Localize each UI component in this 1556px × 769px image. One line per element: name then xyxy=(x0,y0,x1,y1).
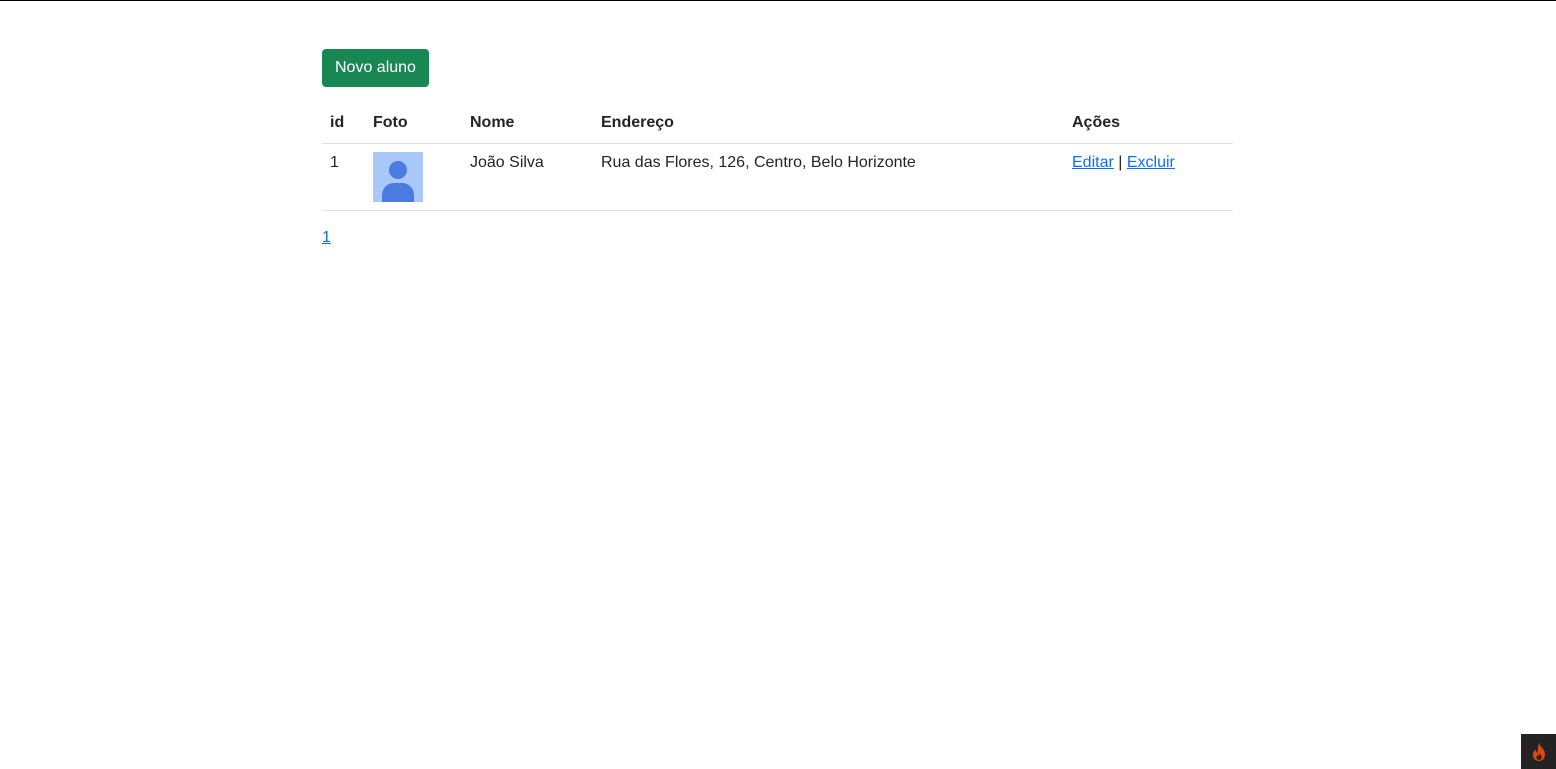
debug-toolbar-button[interactable] xyxy=(1521,734,1556,769)
header-foto: Foto xyxy=(365,103,462,144)
action-separator: | xyxy=(1118,154,1123,171)
header-endereco: Endereço xyxy=(593,103,1064,144)
header-nome: Nome xyxy=(462,103,593,144)
delete-link[interactable]: Excluir xyxy=(1127,154,1175,171)
table-head: id Foto Nome Endereço Ações xyxy=(322,103,1233,144)
header-id: id xyxy=(322,103,365,144)
table-header-row: id Foto Nome Endereço Ações xyxy=(322,103,1233,144)
user-placeholder-icon xyxy=(373,152,423,202)
cell-id: 1 xyxy=(322,143,365,211)
flame-icon xyxy=(1532,742,1545,761)
cell-foto xyxy=(365,143,462,211)
students-table: id Foto Nome Endereço Ações 1 João Silva… xyxy=(322,103,1233,211)
cell-nome: João Silva xyxy=(462,143,593,211)
table-row: 1 João Silva Rua das Flores, 126, Centro… xyxy=(322,143,1233,211)
pagination: 1 xyxy=(322,229,1233,247)
top-border xyxy=(0,0,1556,1)
table-body: 1 João Silva Rua das Flores, 126, Centro… xyxy=(322,143,1233,211)
new-student-button[interactable]: Novo aluno xyxy=(322,49,429,87)
photo-head-shape xyxy=(389,161,407,179)
cell-endereco: Rua das Flores, 126, Centro, Belo Horizo… xyxy=(593,143,1064,211)
page-link-1[interactable]: 1 xyxy=(322,229,331,246)
edit-link[interactable]: Editar xyxy=(1072,154,1114,171)
photo-torso-shape xyxy=(382,183,414,202)
main-content: Novo aluno id Foto Nome Endereço Ações 1 xyxy=(322,49,1233,247)
header-acoes: Ações xyxy=(1064,103,1233,144)
cell-acoes: Editar | Excluir xyxy=(1064,143,1233,211)
